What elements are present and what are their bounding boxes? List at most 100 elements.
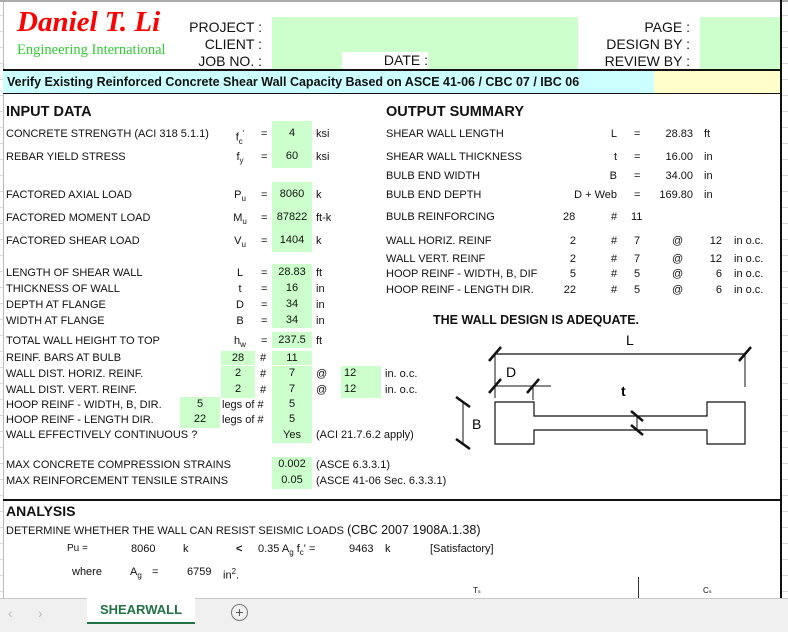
bulb-bars-count[interactable]: 28 xyxy=(221,351,255,365)
equals-sign: = xyxy=(634,189,641,201)
horiz-reinf-spacing[interactable]: 12 xyxy=(341,366,381,382)
hash-symbol: # xyxy=(260,368,267,380)
prev-sheet-button[interactable]: ‹ xyxy=(8,605,13,621)
input-value[interactable]: 8060 xyxy=(272,182,312,206)
input-label: WIDTH AT FLANGE xyxy=(6,315,105,327)
hash-symbol: # xyxy=(611,268,618,280)
input-label: CONCRETE STRENGTH (ACI 318 5.1.1) xyxy=(6,128,209,140)
hash-symbol: # xyxy=(611,253,618,265)
input-value[interactable]: 34 xyxy=(272,296,312,312)
analysis-heading: ANALYSIS xyxy=(6,503,76,519)
hoop-length-legs[interactable]: 22 xyxy=(180,412,220,428)
hoop-width-size[interactable]: 5 xyxy=(272,397,312,413)
logo-subtitle: Engineering International xyxy=(17,42,166,58)
pu-label: Pu = xyxy=(67,543,88,554)
input-value[interactable]: 1404 xyxy=(272,228,312,252)
equals-sign: = xyxy=(634,128,641,140)
ts-label: Tₛ xyxy=(473,586,481,595)
input-unit: ft xyxy=(316,335,323,347)
input-data-heading: INPUT DATA xyxy=(6,104,92,120)
ag-value: 6759 xyxy=(187,566,212,578)
input-value[interactable]: 16 xyxy=(272,280,312,296)
hoop-length-label: HOOP REINF - LENGTH DIR. xyxy=(6,414,154,426)
compression-strain-note: (ASCE 6.3.3.1) xyxy=(316,459,390,471)
hash-symbol: # xyxy=(611,284,618,296)
output-symbol: t xyxy=(613,151,617,163)
input-unit: ksi xyxy=(316,128,330,140)
design-by-label: DESIGN BY : xyxy=(606,36,690,52)
input-unit: in xyxy=(316,299,325,311)
date-label: DATE : xyxy=(342,52,428,69)
vert-reinf-size[interactable]: 7 xyxy=(272,382,312,398)
hoop-length-size[interactable]: 5 xyxy=(272,412,312,428)
input-value[interactable]: 34 xyxy=(272,312,312,328)
diagram-line xyxy=(638,577,639,598)
vert-reinf-label: WALL DIST. VERT. REINF. xyxy=(6,384,138,396)
input-symbol: hw xyxy=(234,335,246,350)
horiz-reinf-count[interactable]: 2 xyxy=(221,366,255,382)
logo-name: Daniel T. Li xyxy=(17,6,161,38)
equals-sign: = xyxy=(261,189,268,201)
input-value[interactable]: 28.83 xyxy=(272,264,312,280)
page-design-review-field[interactable] xyxy=(700,17,780,69)
input-value[interactable]: 60 xyxy=(272,144,312,168)
column-gridlines xyxy=(782,0,788,598)
input-label: DEPTH AT FLANGE xyxy=(6,299,106,311)
vert-reinf-count[interactable]: 2 xyxy=(221,382,255,398)
compression-strain-value[interactable]: 0.002 xyxy=(272,457,312,473)
page-label: PAGE : xyxy=(644,19,690,35)
date-field[interactable] xyxy=(428,52,578,69)
horiz-reinf-size[interactable]: 7 xyxy=(272,366,312,382)
input-symbol: D xyxy=(236,299,244,311)
add-sheet-button[interactable]: + xyxy=(231,604,248,621)
output-reinf-unit: in o.c. xyxy=(734,284,764,296)
hoop-width-legs[interactable]: 5 xyxy=(180,397,220,413)
input-symbol: t xyxy=(238,283,242,295)
tab-shearwall[interactable]: SHEARWALL xyxy=(87,598,195,624)
input-unit: ft-k xyxy=(316,212,332,224)
output-reinf-label: HOOP REINF - WIDTH, B, DIF xyxy=(386,268,538,280)
output-reinf-count: 22 xyxy=(563,284,576,296)
input-unit: k xyxy=(316,189,322,201)
label-t: t xyxy=(621,383,626,399)
input-symbol: B xyxy=(236,315,244,327)
input-label: THICKNESS OF WALL xyxy=(6,283,120,295)
input-symbol: fy xyxy=(236,151,244,166)
output-reinf-spacing: 12 xyxy=(709,253,722,265)
tensile-strain-value[interactable]: 0.05 xyxy=(272,473,312,489)
project-client-field[interactable] xyxy=(272,17,578,52)
wall-section-diagram: L D t B xyxy=(455,332,752,451)
input-unit: in xyxy=(316,283,325,295)
legs-of-label: legs of # xyxy=(222,399,264,411)
output-label: SHEAR WALL THICKNESS xyxy=(386,151,522,163)
equals-sign: = xyxy=(261,283,268,295)
input-value[interactable]: 4 xyxy=(272,121,312,145)
bulb-reinforcing-label: BULB REINFORCING xyxy=(386,211,495,223)
next-sheet-button[interactable]: › xyxy=(38,605,43,621)
continuous-select[interactable]: Yes xyxy=(272,428,312,443)
vert-reinf-spacing[interactable]: 12 xyxy=(341,382,381,398)
equals-sign: = xyxy=(261,315,268,327)
bulb-bars-size[interactable]: 11 xyxy=(272,351,312,365)
output-label: BULB END WIDTH xyxy=(386,170,481,182)
input-symbol: Mu xyxy=(233,212,247,227)
status-text: [Satisfactory] xyxy=(430,543,494,555)
input-value[interactable]: 237.5 xyxy=(272,332,312,348)
output-unit: in xyxy=(704,170,713,182)
bulb-reinforcing-count: 28 xyxy=(563,211,576,223)
continuous-note: (ACI 21.7.6.2 apply) xyxy=(316,429,414,441)
output-symbol: D + Web xyxy=(574,189,617,201)
input-label: LENGTH OF SHEAR WALL xyxy=(6,267,143,279)
page-title: Verify Existing Reinforced Concrete Shea… xyxy=(7,75,580,89)
output-reinf-label: HOOP REINF - LENGTH DIR. xyxy=(386,284,534,296)
output-unit: ft xyxy=(704,128,711,140)
title-bar-yellow-cell xyxy=(654,69,780,94)
legs-of-label: legs of # xyxy=(222,414,264,426)
output-summary-heading: OUTPUT SUMMARY xyxy=(386,104,525,120)
label-D: D xyxy=(506,364,516,380)
limit-unit: k xyxy=(385,543,391,555)
job-no-field[interactable] xyxy=(272,52,342,69)
input-value[interactable]: 87822 xyxy=(272,205,312,229)
hash-symbol: # xyxy=(260,384,267,396)
output-reinf-spacing: 6 xyxy=(715,268,722,280)
